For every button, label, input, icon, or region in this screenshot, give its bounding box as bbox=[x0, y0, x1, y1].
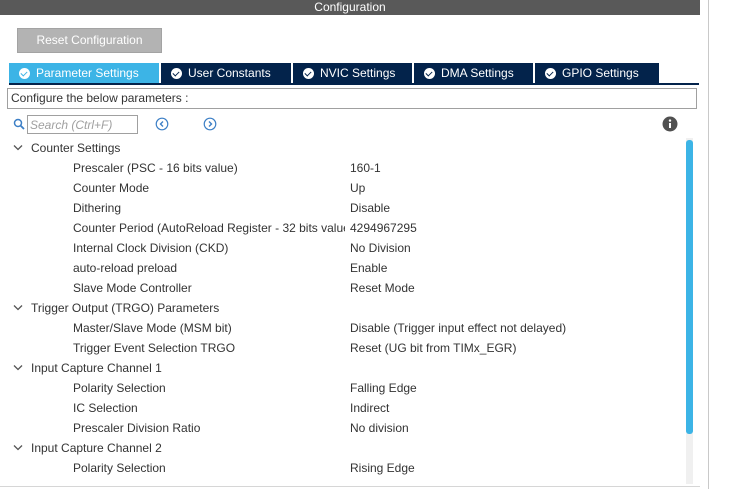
check-circle-icon bbox=[424, 67, 435, 79]
tab-nvic-settings[interactable]: NVIC Settings bbox=[293, 63, 412, 83]
param-row[interactable]: Prescaler (PSC - 16 bits value) 160-1 bbox=[0, 158, 684, 178]
configure-instructions: Configure the below parameters : bbox=[7, 88, 697, 109]
tab-user-constants[interactable]: User Constants bbox=[161, 63, 291, 83]
group-label: Input Capture Channel 1 bbox=[31, 361, 162, 375]
check-circle-icon bbox=[171, 67, 182, 79]
group-input-capture-channel-1[interactable]: Input Capture Channel 1 bbox=[0, 358, 684, 378]
param-value[interactable]: Disable bbox=[350, 198, 390, 218]
param-row[interactable]: Polarity Selection Falling Edge bbox=[0, 378, 684, 398]
group-label: Counter Settings bbox=[31, 141, 121, 155]
param-row[interactable]: Polarity Selection Rising Edge bbox=[0, 458, 684, 478]
param-name: Dithering bbox=[73, 201, 122, 215]
previous-icon[interactable] bbox=[155, 117, 169, 131]
param-name: Prescaler Division Ratio bbox=[73, 421, 201, 435]
chevron-down-icon bbox=[13, 445, 23, 451]
settings-tabs: Parameter Settings User Constants NVIC S… bbox=[9, 63, 661, 83]
param-row[interactable]: Trigger Event Selection TRGO Reset (UG bi… bbox=[0, 338, 684, 358]
param-name: Internal Clock Division (CKD) bbox=[73, 241, 229, 255]
tab-parameter-settings[interactable]: Parameter Settings bbox=[9, 63, 159, 83]
group-label: Trigger Output (TRGO) Parameters bbox=[31, 301, 220, 315]
group-input-capture-channel-2[interactable]: Input Capture Channel 2 bbox=[0, 438, 684, 458]
reset-configuration-button[interactable]: Reset Configuration bbox=[17, 28, 162, 53]
param-value[interactable]: Falling Edge bbox=[350, 378, 417, 398]
tab-label: NVIC Settings bbox=[320, 66, 396, 80]
param-value[interactable]: Reset (UG bit from TIMx_EGR) bbox=[350, 338, 516, 358]
param-name: Master/Slave Mode (MSM bit) bbox=[73, 321, 232, 335]
param-row[interactable]: Master/Slave Mode (MSM bit) Disable (Trig… bbox=[0, 318, 684, 338]
check-circle-icon bbox=[303, 67, 314, 79]
param-name: Polarity Selection bbox=[73, 461, 166, 475]
param-name: Trigger Event Selection TRGO bbox=[73, 341, 236, 355]
param-value[interactable]: No Division bbox=[350, 238, 411, 258]
param-value[interactable]: Rising Edge bbox=[350, 458, 415, 478]
param-value[interactable]: 160-1 bbox=[350, 158, 381, 178]
tab-label: User Constants bbox=[188, 66, 271, 80]
param-row[interactable]: IC Selection Indirect bbox=[0, 398, 684, 418]
chevron-down-icon bbox=[13, 305, 23, 311]
param-name: Polarity Selection bbox=[73, 381, 166, 395]
param-row[interactable]: Dithering Disable bbox=[0, 198, 684, 218]
param-name: Slave Mode Controller bbox=[73, 281, 192, 295]
tab-label: Parameter Settings bbox=[36, 66, 139, 80]
param-name: auto-reload preload bbox=[73, 261, 178, 275]
bottom-divider bbox=[0, 486, 700, 487]
param-value[interactable]: Reset Mode bbox=[350, 278, 415, 298]
scrollbar-thumb[interactable] bbox=[686, 140, 693, 434]
tab-dma-settings[interactable]: DMA Settings bbox=[414, 63, 533, 83]
param-row[interactable]: Prescaler Division Ratio No division bbox=[0, 418, 684, 438]
param-name: Prescaler (PSC - 16 bits value) bbox=[73, 161, 238, 175]
param-row[interactable]: Internal Clock Division (CKD) No Division bbox=[0, 238, 684, 258]
search-icon[interactable] bbox=[13, 118, 25, 130]
param-value[interactable]: No division bbox=[350, 418, 409, 438]
tabs-underline bbox=[9, 83, 699, 85]
param-row[interactable]: Counter Period (AutoReload Register - 32… bbox=[0, 218, 684, 238]
param-value[interactable]: Disable (Trigger input effect not delaye… bbox=[350, 318, 566, 338]
group-counter-settings[interactable]: Counter Settings bbox=[0, 138, 684, 158]
param-name: Counter Period (AutoReload Register - 32… bbox=[73, 221, 345, 235]
check-circle-icon bbox=[545, 67, 556, 79]
parameter-tree: Counter Settings Prescaler (PSC - 16 bit… bbox=[0, 138, 684, 478]
param-row[interactable]: Counter Mode Up bbox=[0, 178, 684, 198]
chevron-down-icon bbox=[13, 365, 23, 371]
next-icon[interactable] bbox=[203, 117, 217, 131]
tab-label: GPIO Settings bbox=[562, 66, 639, 80]
tab-label: DMA Settings bbox=[441, 66, 514, 80]
search-input[interactable] bbox=[27, 115, 138, 134]
group-trgo-parameters[interactable]: Trigger Output (TRGO) Parameters bbox=[0, 298, 684, 318]
info-icon[interactable] bbox=[662, 116, 678, 132]
window-title: Configuration bbox=[0, 0, 700, 15]
group-label: Input Capture Channel 2 bbox=[31, 441, 162, 455]
param-value[interactable]: 4294967295 bbox=[350, 218, 417, 238]
check-circle-icon bbox=[19, 67, 30, 79]
param-value[interactable]: Enable bbox=[350, 258, 387, 278]
param-row[interactable]: Slave Mode Controller Reset Mode bbox=[0, 278, 684, 298]
param-value[interactable]: Up bbox=[350, 178, 365, 198]
param-name: IC Selection bbox=[73, 401, 138, 415]
chevron-down-icon bbox=[13, 145, 23, 151]
param-value[interactable]: Indirect bbox=[350, 398, 389, 418]
window-border bbox=[708, 0, 709, 489]
tab-gpio-settings[interactable]: GPIO Settings bbox=[535, 63, 659, 83]
param-row[interactable]: auto-reload preload Enable bbox=[0, 258, 684, 278]
param-name: Counter Mode bbox=[73, 181, 150, 195]
